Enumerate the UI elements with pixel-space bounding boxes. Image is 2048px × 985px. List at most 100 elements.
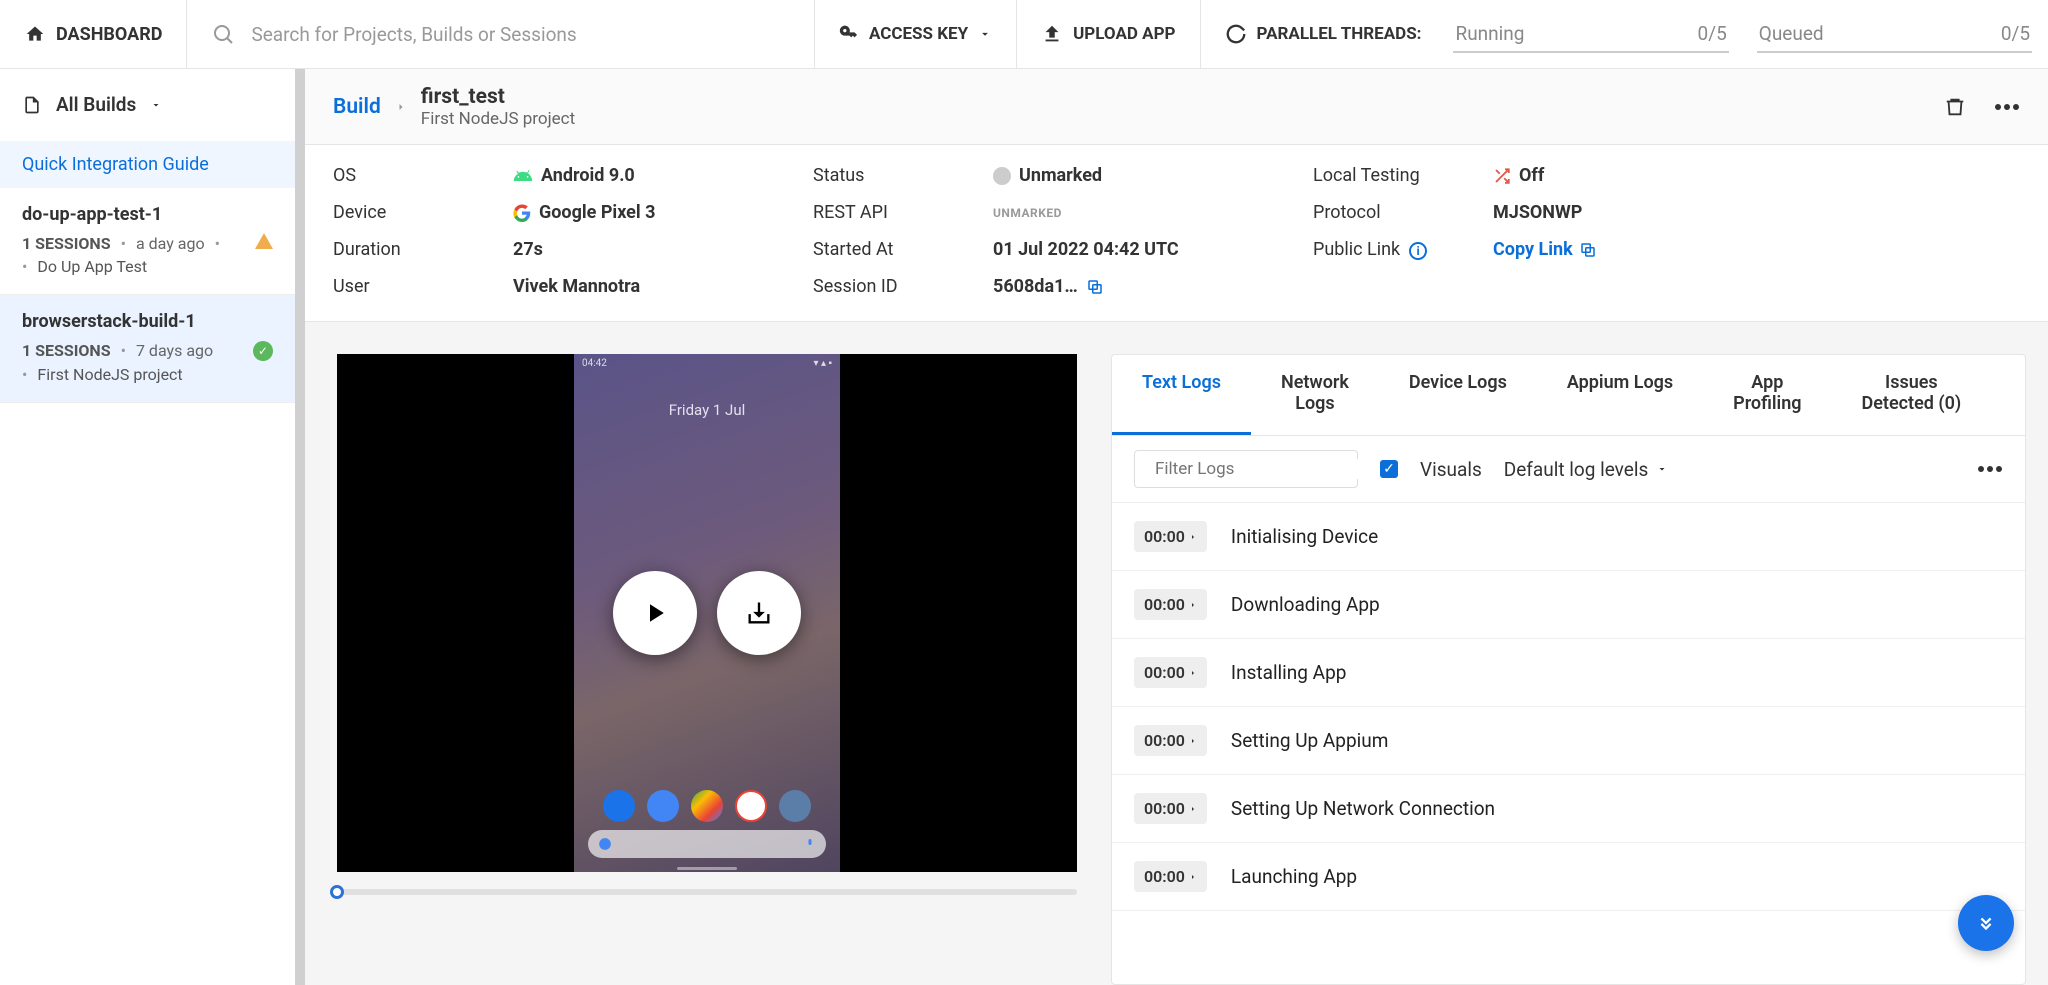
phone-date: Friday 1 Jul — [574, 401, 840, 419]
log-more-menu[interactable] — [1977, 465, 2003, 473]
caret-right-icon — [1189, 600, 1197, 610]
status-value: Unmarked — [993, 165, 1313, 186]
search-section — [187, 0, 815, 68]
log-toolbar: ✓ Visuals Default log levels — [1112, 436, 2025, 503]
tab-text-logs[interactable]: Text Logs — [1112, 355, 1251, 435]
panels: 04:42 ▾ ▴ ▪ Friday 1 Jul — [305, 322, 2048, 985]
video-scrubber[interactable] — [337, 880, 1077, 904]
log-message: Installing App — [1231, 661, 1346, 684]
caret-down-icon — [150, 99, 162, 111]
tab-issues-detected[interactable]: IssuesDetected (0) — [1832, 355, 1992, 435]
download-button[interactable] — [717, 571, 801, 655]
tab-device-logs[interactable]: Device Logs — [1379, 355, 1537, 435]
refresh-icon — [1225, 23, 1247, 45]
log-row[interactable]: 00:00Installing App — [1112, 639, 2025, 707]
video-panel: 04:42 ▾ ▴ ▪ Friday 1 Jul — [337, 354, 1077, 985]
caret-right-icon — [1189, 668, 1197, 678]
visuals-checkbox[interactable]: ✓ — [1380, 460, 1398, 478]
running-meter[interactable]: Running 0/5 — [1453, 16, 1728, 53]
chevron-down-icon — [978, 27, 992, 41]
google-logo-icon — [513, 204, 531, 222]
started-value: 01 Jul 2022 04:42 UTC — [993, 239, 1313, 260]
copy-icon — [1579, 241, 1597, 259]
quick-guide-link[interactable]: Quick Integration Guide — [22, 154, 209, 175]
search-input[interactable] — [251, 23, 790, 46]
separator-dot: • — [121, 234, 126, 253]
tab-appium-logs[interactable]: Appium Logs — [1537, 355, 1703, 435]
all-builds-dropdown[interactable]: All Builds — [0, 69, 295, 141]
log-row[interactable]: 00:00Setting Up Appium — [1112, 707, 2025, 775]
google-g-icon — [598, 837, 612, 851]
phone-time: 04:42 — [582, 358, 607, 369]
key-icon — [839, 24, 859, 44]
build-breadcrumb-link[interactable]: Build — [333, 95, 381, 119]
upload-app-button[interactable]: UPLOAD APP — [1017, 0, 1200, 68]
messages-app-icon — [647, 790, 679, 822]
queued-meter[interactable]: Queued 0/5 — [1757, 16, 2032, 53]
copy-link-button[interactable]: Copy Link — [1493, 239, 1597, 260]
log-row[interactable]: 00:00Initialising Device — [1112, 503, 2025, 571]
tab-app-profiling[interactable]: AppProfiling — [1703, 355, 1831, 435]
session-header: Build first_test First NodeJS project — [305, 69, 2048, 145]
parallel-threads-label-section: PARALLEL THREADS: — [1201, 0, 1446, 68]
delete-button[interactable] — [1944, 95, 1966, 119]
unmarked-dot-icon — [993, 167, 1011, 185]
log-timestamp: 00:00 — [1134, 589, 1207, 620]
build-card[interactable]: browserstack-build-1 1 SESSIONS • 7 days… — [0, 295, 295, 403]
log-row[interactable]: 00:00 Launching App — [1112, 843, 2025, 911]
log-list[interactable]: 00:00Initialising Device 00:00 Downloading… — [1112, 503, 2025, 984]
dashboard-label: DASHBOARD — [56, 24, 162, 45]
document-icon — [22, 94, 42, 116]
separator-dot: • — [215, 234, 220, 253]
build-title: do-up-app-test-1 — [22, 204, 273, 225]
build-card[interactable]: do-up-app-test-1 1 SESSIONS • a day ago … — [0, 188, 295, 295]
sidebar: All Builds Quick Integration Guide do-up… — [0, 69, 305, 985]
chevron-right-icon — [395, 101, 407, 113]
info-icon[interactable]: i — [1409, 242, 1427, 260]
log-message: Launching App — [1231, 865, 1357, 888]
trash-icon — [1944, 95, 1966, 119]
filter-logs-wrap[interactable] — [1134, 450, 1358, 488]
mic-icon — [804, 838, 816, 850]
running-value: 0/5 — [1698, 22, 1727, 45]
log-timestamp: 00:00 — [1134, 861, 1207, 892]
caret-right-icon — [1189, 804, 1197, 814]
upload-icon — [1041, 23, 1063, 45]
top-bar: DASHBOARD ACCESS KEY UPLOAD APP PARALLEL… — [0, 0, 2048, 69]
visuals-label: Visuals — [1420, 458, 1482, 481]
home-icon — [24, 24, 46, 44]
video-frame[interactable]: 04:42 ▾ ▴ ▪ Friday 1 Jul — [337, 354, 1077, 872]
scrub-handle[interactable] — [330, 885, 344, 899]
log-message: Downloading App — [1231, 593, 1380, 616]
download-icon — [745, 599, 773, 627]
content: All Builds Quick Integration Guide do-up… — [0, 69, 2048, 985]
log-level-dropdown[interactable]: Default log levels — [1504, 458, 1669, 481]
scroll-down-fab[interactable] — [1958, 895, 2014, 951]
running-label: Running — [1455, 22, 1524, 45]
queued-label: Queued — [1759, 22, 1824, 45]
shuffle-icon — [1493, 167, 1511, 185]
log-row[interactable]: 00:00Setting Up Network Connection — [1112, 775, 2025, 843]
main-panel: Build first_test First NodeJS project OS… — [305, 69, 2048, 985]
sessionid-label: Session ID — [813, 276, 993, 297]
session-subtitle: First NodeJS project — [421, 109, 575, 129]
quick-integration-guide[interactable]: Quick Integration Guide — [0, 141, 295, 188]
device-value: Google Pixel 3 — [513, 202, 813, 223]
sessionid-value: 5608da1… — [993, 276, 1313, 297]
log-row[interactable]: 00:00 Downloading App — [1112, 571, 2025, 639]
more-menu-button[interactable] — [1994, 103, 2020, 111]
filter-logs-input[interactable] — [1155, 459, 1377, 479]
session-info-grid: OS Android 9.0 Status Unmarked Local Tes… — [305, 145, 2048, 322]
all-builds-label: All Builds — [56, 93, 136, 116]
public-link-label: Public Link i — [1313, 239, 1493, 260]
dashboard-link[interactable]: DASHBOARD — [0, 0, 187, 68]
play-button[interactable] — [613, 571, 697, 655]
camera-icon — [779, 790, 811, 822]
log-panel: Text Logs NetworkLogs Device Logs Appium… — [1111, 354, 2026, 985]
device-label: Device — [333, 202, 513, 223]
tab-network-logs[interactable]: NetworkLogs — [1251, 355, 1379, 435]
log-timestamp: 00:00 — [1134, 725, 1207, 756]
build-time: 7 days ago — [136, 341, 213, 360]
access-key-button[interactable]: ACCESS KEY — [815, 0, 1017, 68]
copy-icon[interactable] — [1086, 278, 1104, 296]
